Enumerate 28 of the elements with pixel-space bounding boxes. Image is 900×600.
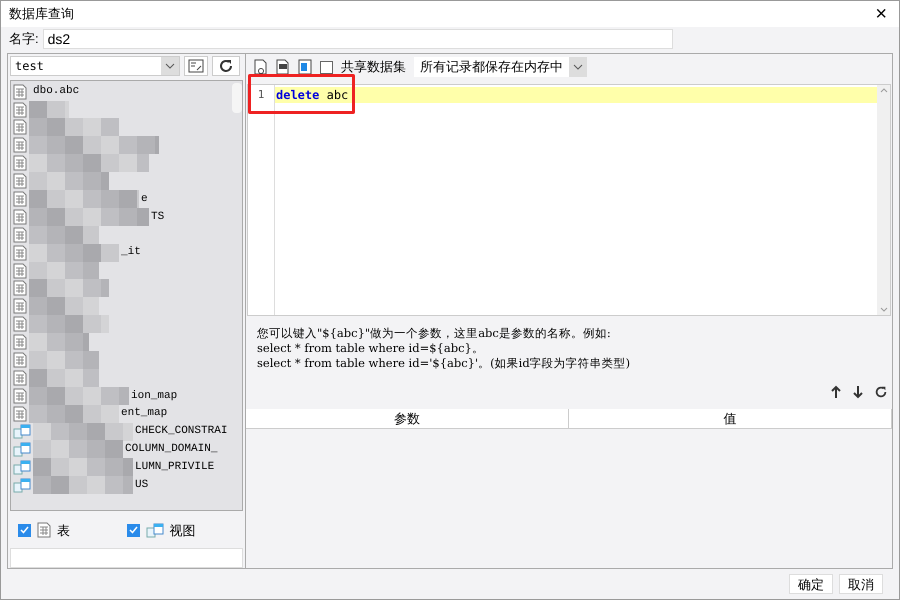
- window-title: 数据库查询: [9, 5, 75, 24]
- storage-select[interactable]: 所有记录都保存在内存中: [414, 57, 587, 77]
- close-button[interactable]: ×: [871, 4, 891, 24]
- tree-item[interactable]: LUMN_PRIVILE: [135, 459, 214, 476]
- dialog-button[interactable]: 取消: [839, 574, 883, 594]
- tree-item[interactable]: _it: [121, 244, 141, 261]
- tree-item[interactable]: dbo.abc: [33, 83, 80, 100]
- checkbox-label: 视图: [170, 522, 196, 540]
- tree-item[interactable]: e: [141, 190, 148, 208]
- tree-item[interactable]: US: [135, 477, 148, 494]
- hint-text: 您可以键入"${abc}"做为一个参数，这里abc是参数的名称。例如:: [257, 326, 612, 341]
- line-number: 1: [258, 86, 264, 103]
- hint-text: select * from table where id=${abc}。: [257, 341, 485, 356]
- dialog-button[interactable]: 确定: [789, 574, 833, 594]
- tree-item[interactable]: COLUMN_DOMAIN_: [125, 441, 218, 458]
- tree-item[interactable]: ion_map: [131, 388, 178, 404]
- name-label: 名字:: [9, 30, 39, 48]
- name-input[interactable]: ds2: [42, 29, 673, 49]
- tree-item[interactable]: ent_map: [121, 405, 168, 422]
- checkbox-label: 共享数据集: [341, 58, 406, 76]
- tree-item[interactable]: CHECK_CONSTRAI: [135, 423, 228, 440]
- code-line: delete abc: [276, 87, 348, 104]
- connection-select[interactable]: test: [10, 56, 180, 76]
- hint-text: select * from table where id='${abc}'。(如果id字段为字符串类型): [257, 356, 632, 371]
- checkbox-label: 表: [57, 522, 70, 540]
- column-header: 值: [569, 409, 892, 428]
- tree-item[interactable]: TS: [151, 208, 164, 226]
- column-header: 参数: [246, 409, 569, 428]
